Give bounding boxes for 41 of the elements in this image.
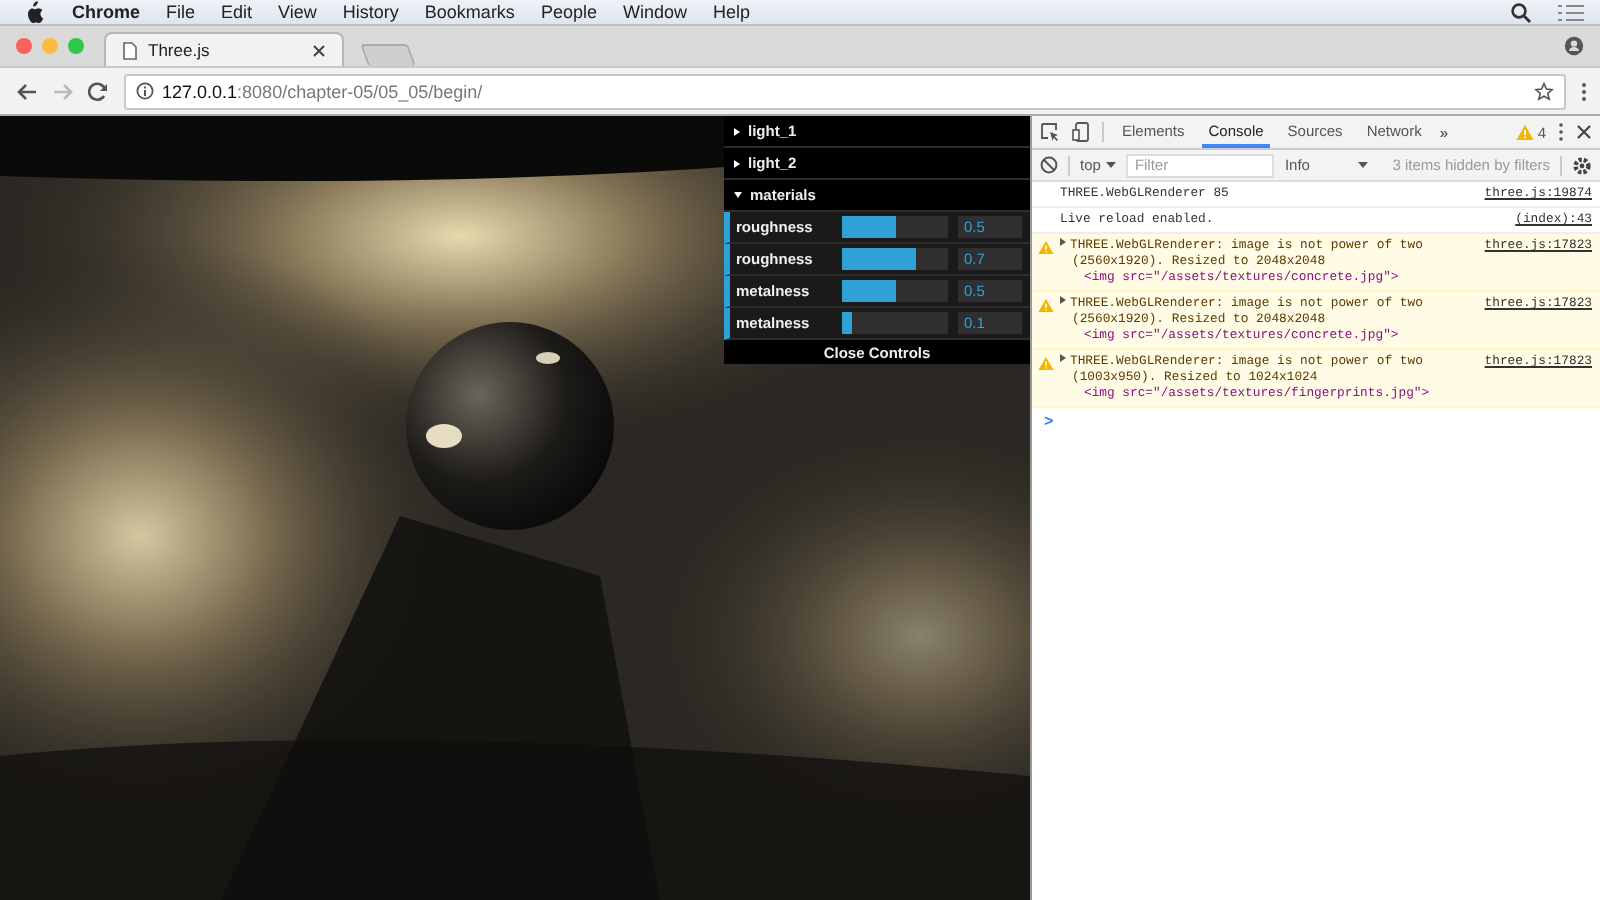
page-icon	[122, 41, 138, 59]
close-icon[interactable]	[1576, 124, 1592, 140]
slider[interactable]	[842, 216, 948, 238]
menu-item[interactable]: Edit	[221, 2, 253, 22]
url-text: 127.0.0.1:8080/chapter-05/05_05/begin/	[162, 81, 483, 101]
dropdown-arrow-icon	[1106, 162, 1117, 168]
profile-icon[interactable]	[1564, 36, 1584, 56]
settings-icon[interactable]	[1572, 155, 1592, 175]
menu-item[interactable]: View	[278, 2, 317, 22]
menu-item[interactable]: File	[166, 2, 196, 22]
dropdown-arrow-icon	[1357, 162, 1368, 168]
warning-icon	[1038, 240, 1054, 254]
star-icon[interactable]	[1534, 81, 1554, 101]
menu-item[interactable]: Bookmarks	[424, 2, 515, 22]
search-icon[interactable]	[1510, 1, 1532, 23]
info-icon[interactable]	[136, 82, 154, 100]
warning-icon	[1515, 124, 1534, 140]
address-bar[interactable]: 127.0.0.1:8080/chapter-05/05_05/begin/	[124, 73, 1566, 109]
tab-title: Three.js	[148, 40, 212, 60]
menu-item[interactable]: Help	[712, 2, 750, 22]
menu-item[interactable]: Chrome	[72, 2, 141, 22]
back-icon[interactable]	[16, 81, 38, 101]
slider[interactable]	[842, 312, 948, 334]
browser-tab[interactable]: Three.js	[104, 32, 344, 66]
more-icon[interactable]	[1580, 81, 1588, 101]
device-icon[interactable]	[1072, 122, 1090, 142]
slider[interactable]	[842, 248, 948, 270]
slider[interactable]	[842, 280, 948, 302]
menu-item[interactable]: History	[342, 2, 399, 22]
list-icon[interactable]	[1558, 1, 1584, 23]
menu-item[interactable]: Window	[622, 2, 687, 22]
warning-icon	[1038, 298, 1054, 312]
inspect-icon[interactable]	[1040, 122, 1060, 142]
menu-item[interactable]: People	[540, 2, 597, 22]
close-icon[interactable]	[312, 43, 326, 57]
warning-icon	[1038, 356, 1054, 370]
more-icon[interactable]	[1558, 122, 1564, 142]
reload-icon[interactable]	[88, 81, 110, 101]
clear-console-icon[interactable]	[1040, 156, 1058, 174]
apple-icon[interactable]	[24, 0, 46, 24]
console-prompt[interactable]: >	[1032, 408, 1600, 434]
